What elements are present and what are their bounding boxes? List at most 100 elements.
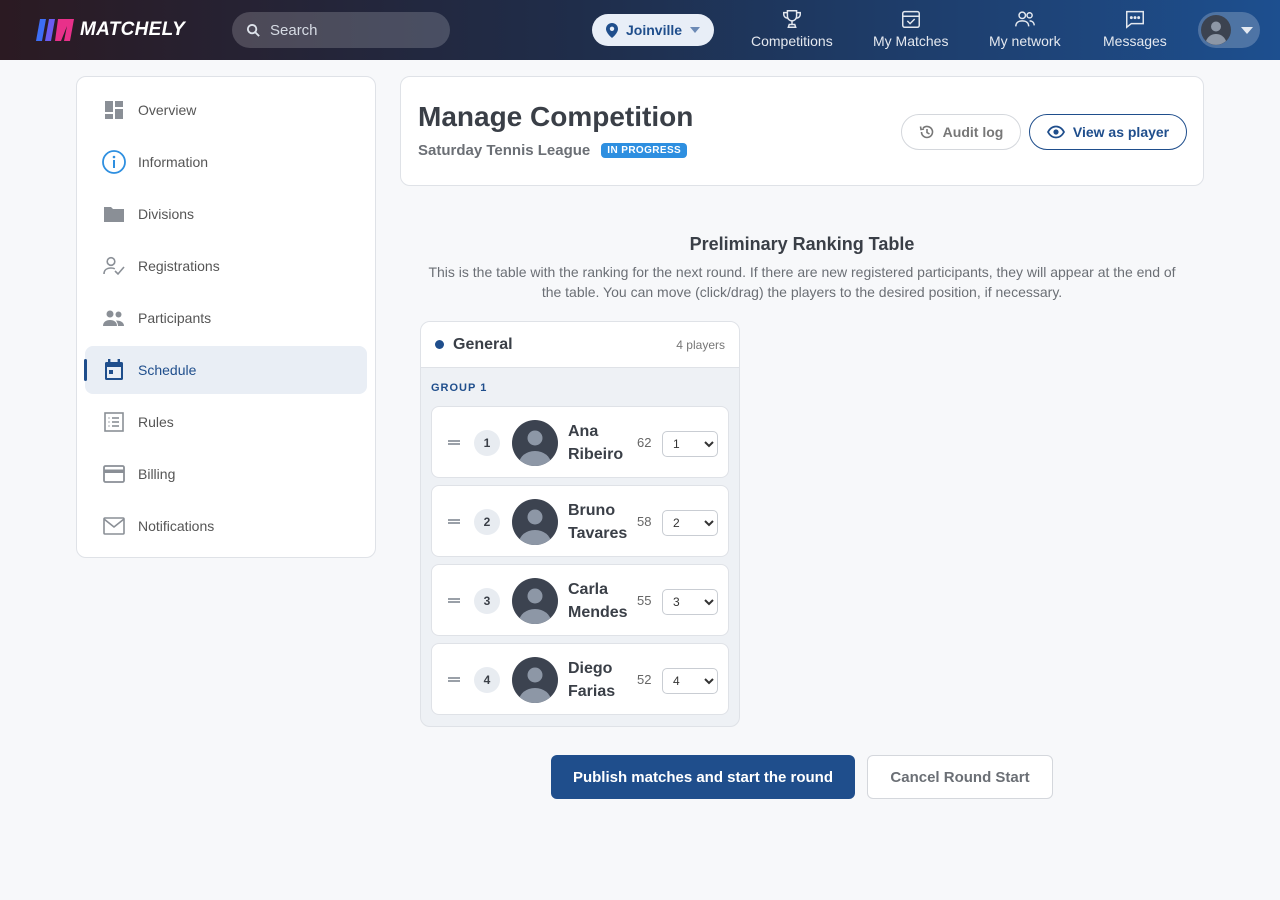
player-points: 62 (637, 435, 652, 450)
player-name: Ana Ribeiro (568, 420, 638, 466)
city-selector[interactable]: Joinville (592, 14, 714, 46)
calendar-icon (101, 357, 127, 383)
brand-logo[interactable]: MATCHELY (36, 17, 185, 43)
division-card: General 4 players GROUP 1 1 Ana Ribeiro 62 1… (420, 321, 740, 727)
nav-my-matches[interactable]: My Matches (873, 8, 948, 54)
nav-label: My Matches (873, 33, 949, 49)
person-check-icon (101, 253, 127, 279)
credit-card-icon (101, 461, 127, 487)
sidebar-item-information[interactable]: Information (85, 138, 367, 186)
competition-sidebar: Overview Information Divisions Registrat… (76, 76, 376, 558)
list-icon (101, 409, 127, 435)
sidebar-item-label: Rules (138, 414, 174, 430)
audit-log-button[interactable]: Audit log (901, 114, 1021, 150)
competition-name: Saturday Tennis League (418, 142, 591, 159)
sidebar-item-label: Billing (138, 466, 176, 482)
search-input[interactable] (270, 21, 430, 39)
sidebar-item-label: Overview (138, 102, 197, 118)
division-header: General 4 players (421, 322, 739, 368)
view-as-player-button[interactable]: View as player (1029, 114, 1187, 150)
player-row[interactable]: 2 Bruno Tavares 58 1234 (431, 485, 729, 557)
player-first-name: Ana (568, 423, 599, 440)
ranking-title: Preliminary Ranking Table (689, 234, 915, 254)
drag-handle-icon[interactable] (448, 677, 460, 682)
position-select[interactable]: 1234 (662, 431, 718, 457)
publish-matches-button[interactable]: Publish matches and start the round (551, 755, 855, 799)
page-title: Manage Competition (418, 101, 694, 132)
eye-icon (1046, 125, 1065, 139)
position-select[interactable]: 1234 (662, 589, 718, 615)
status-badge: IN PROGRESS (601, 143, 688, 158)
nav-label: Messages (1103, 33, 1167, 49)
position-select[interactable]: 1234 (662, 510, 718, 536)
sidebar-item-label: Divisions (138, 206, 195, 222)
cancel-round-start-button[interactable]: Cancel Round Start (867, 755, 1053, 799)
player-position: 2 (474, 509, 500, 535)
player-position: 4 (474, 667, 500, 693)
group-label: GROUP 1 (431, 382, 488, 394)
info-icon (101, 149, 127, 175)
player-last-name: Tavares (568, 525, 628, 542)
dashboard-icon (101, 97, 127, 123)
division-dot-icon (435, 340, 444, 349)
sidebar-item-divisions[interactable]: Divisions (85, 190, 367, 238)
player-position: 1 (474, 430, 500, 456)
search-icon (246, 23, 260, 37)
sidebar-item-registrations[interactable]: Registrations (85, 242, 367, 290)
player-last-name: Mendes (568, 604, 628, 621)
sidebar-item-label: Information (138, 154, 209, 170)
sidebar-item-notifications[interactable]: Notifications (85, 502, 367, 550)
people-icon (101, 305, 127, 331)
nav-my-network[interactable]: My network (989, 8, 1061, 54)
division-name: General (453, 335, 513, 353)
position-select[interactable]: 1234 (662, 668, 718, 694)
player-name: Bruno Tavares (568, 499, 638, 545)
audit-log-label: Audit log (942, 124, 1004, 140)
chevron-down-icon (1241, 26, 1253, 34)
account-menu-button[interactable] (1198, 12, 1260, 48)
nav-competitions[interactable]: Competitions (751, 8, 833, 54)
sidebar-item-label: Schedule (138, 362, 197, 378)
player-avatar (512, 499, 558, 550)
player-first-name: Bruno (568, 502, 616, 519)
search-box[interactable] (232, 12, 450, 48)
competition-header-card: Manage Competition Saturday Tennis Leagu… (400, 76, 1204, 186)
nav-label: Competitions (751, 33, 833, 49)
player-position: 3 (474, 588, 500, 614)
brand-name: MATCHELY (80, 19, 186, 40)
player-points: 52 (637, 672, 652, 687)
player-first-name: Carla (568, 581, 609, 598)
nav-messages[interactable]: Messages (1103, 8, 1167, 54)
drag-handle-icon[interactable] (448, 440, 460, 445)
player-points: 55 (637, 593, 652, 608)
city-name: Joinville (626, 22, 683, 38)
player-name: Carla Mendes (568, 578, 638, 624)
division-player-count: 4 players (676, 337, 725, 352)
ranking-description: This is the table with the ranking for t… (428, 264, 1176, 300)
player-row[interactable]: 1 Ana Ribeiro 62 1234 (431, 406, 729, 478)
mail-icon (101, 513, 127, 539)
people-icon (1014, 11, 1035, 27)
player-row[interactable]: 3 Carla Mendes 55 1234 (431, 564, 729, 636)
location-pin-icon (606, 22, 618, 38)
sidebar-item-schedule[interactable]: Schedule (84, 346, 367, 394)
sidebar-item-label: Participants (138, 310, 212, 326)
competition-subtitle: Saturday Tennis League IN PROGRESS (418, 142, 688, 159)
nav-label: My network (989, 33, 1061, 49)
drag-handle-icon[interactable] (448, 519, 460, 524)
sidebar-item-overview[interactable]: Overview (85, 86, 367, 134)
sidebar-item-label: Registrations (138, 258, 220, 274)
player-avatar (512, 420, 558, 471)
folder-icon (101, 201, 127, 227)
sidebar-item-participants[interactable]: Participants (85, 294, 367, 342)
player-avatar (512, 578, 558, 629)
sidebar-item-billing[interactable]: Billing (85, 450, 367, 498)
user-avatar-icon (1201, 15, 1231, 45)
view-as-player-label: View as player (1072, 124, 1170, 140)
drag-handle-icon[interactable] (448, 598, 460, 603)
chat-icon (1125, 10, 1144, 29)
player-last-name: Ribeiro (568, 446, 624, 463)
trophy-icon (782, 10, 801, 28)
player-row[interactable]: 4 Diego Farias 52 1234 (431, 643, 729, 715)
sidebar-item-rules[interactable]: Rules (85, 398, 367, 446)
